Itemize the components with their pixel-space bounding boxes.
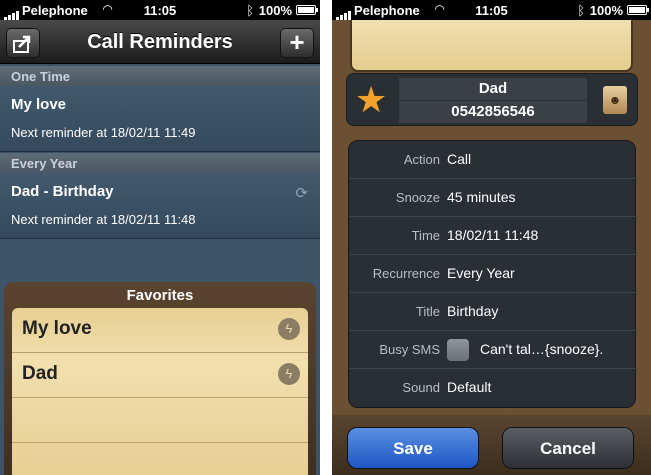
contact-phone[interactable]: 0542856546 [399, 101, 587, 123]
field-action[interactable]: Action Call [349, 141, 637, 179]
bluetooth-icon: ᛒ [577, 3, 585, 18]
favorite-name: My love [22, 318, 92, 339]
field-value: Can't tal…{snooze}. [480, 341, 604, 357]
nav-bar: Call Reminders + [0, 20, 320, 64]
status-bar: Pelephone ◠ 11:05 ᛒ 100% [332, 0, 651, 20]
favorites-list: My love ϟ Dad ϟ [12, 308, 308, 475]
status-bar: Pelephone ◠ 11:05 ᛒ 100% [0, 0, 320, 20]
repeat-icon: ⟳ [295, 185, 308, 202]
field-value: 45 minutes [447, 189, 516, 205]
favorite-name: Dad [22, 363, 58, 384]
star-icon[interactable]: ★ [355, 80, 387, 120]
section-header-every-year: Every Year [0, 153, 320, 173]
field-label: Title [415, 304, 440, 319]
plus-icon: + [289, 27, 305, 57]
field-label: Sound [402, 380, 440, 395]
busy-sms-checkbox[interactable] [447, 339, 469, 361]
detail-screen: Pelephone ◠ 11:05 ᛒ 100% ★ Dad 054285654… [332, 0, 651, 475]
field-value: Call [447, 151, 472, 167]
reminder-title: My love [11, 96, 67, 113]
reminder-next: Next reminder at 18/02/11 11:49 [11, 125, 196, 140]
favorite-item-dad[interactable]: Dad ϟ [12, 353, 308, 398]
reminder-details: Action Call Snooze 45 minutes Time 18/02… [348, 140, 637, 408]
field-label: Busy SMS [379, 342, 440, 357]
action-bar: Save Cancel [332, 415, 651, 475]
reminder-next: Next reminder at 18/02/11 11:48 [11, 212, 196, 227]
page-title: Call Reminders [87, 31, 233, 53]
field-value: Every Year [447, 265, 515, 281]
field-time[interactable]: Time 18/02/11 11:48 [349, 217, 637, 255]
bolt-icon[interactable]: ϟ [278, 318, 300, 340]
reminder-title: Dad - Birthday [11, 183, 114, 200]
reminder-row-my-love[interactable]: My love Next reminder at 18/02/11 11:49 [0, 86, 320, 152]
battery-icon [296, 5, 318, 15]
battery-percent: 100% [589, 3, 623, 18]
cancel-button[interactable]: Cancel [502, 427, 634, 469]
field-value: Default [447, 379, 492, 395]
contact-card: ★ Dad 0542856546 ☻ [346, 73, 638, 126]
field-label: Action [403, 152, 440, 167]
favorite-item-my-love[interactable]: My love ϟ [12, 308, 308, 353]
field-busy-sms[interactable]: Busy SMS Can't tal…{snooze}. [349, 331, 637, 369]
field-label: Snooze [395, 190, 440, 205]
favorites-title: Favorites [126, 287, 194, 304]
bluetooth-icon: ᛒ [246, 3, 254, 18]
battery-icon [627, 5, 649, 15]
favorite-empty-row [12, 398, 308, 443]
section-header-one-time: One Time [0, 66, 320, 86]
bolt-icon[interactable]: ϟ [278, 363, 300, 385]
favorites-panel: Favorites My love ϟ Dad ϟ [4, 282, 316, 475]
field-value: 18/02/11 11:48 [447, 227, 539, 243]
reminder-row-dad-birthday[interactable]: Dad - Birthday ⟳ Next reminder at 18/02/… [0, 173, 320, 239]
battery-percent: 100% [258, 3, 292, 18]
field-snooze[interactable]: Snooze 45 minutes [349, 179, 637, 217]
contact-name[interactable]: Dad [399, 78, 587, 100]
field-value: Birthday [447, 303, 499, 319]
field-sound[interactable]: Sound Default [349, 369, 637, 407]
list-screen: Pelephone ◠ 11:05 ᛒ 100% Call Reminders … [0, 0, 320, 475]
notepad-paper [350, 20, 633, 72]
contacts-icon[interactable]: ☻ [603, 86, 627, 114]
favorite-empty-row [12, 443, 308, 475]
save-button[interactable]: Save [347, 427, 479, 469]
field-label: Recurrence [372, 266, 440, 281]
field-label: Time [411, 228, 440, 243]
field-title[interactable]: Title Birthday [349, 293, 637, 331]
field-recurrence[interactable]: Recurrence Every Year [349, 255, 637, 293]
add-button[interactable]: + [280, 28, 314, 58]
